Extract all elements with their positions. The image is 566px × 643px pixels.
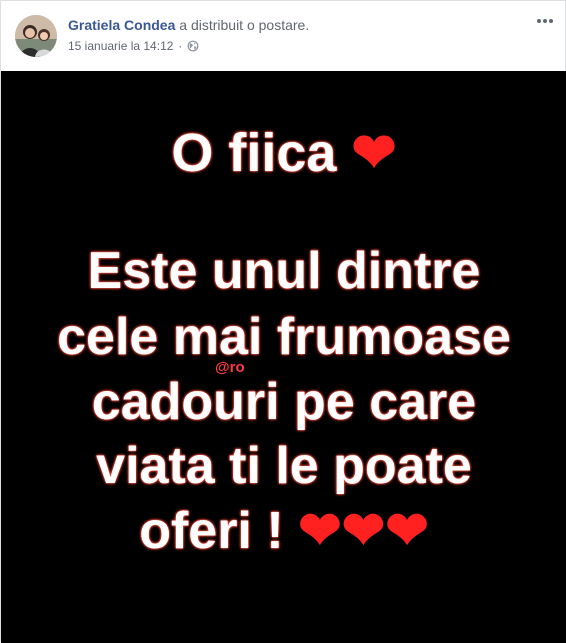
- image-text-line-5: oferi ! ❤❤❤: [1, 501, 566, 561]
- image-text-line-5-text: oferi !: [139, 502, 284, 560]
- shared-post-card: Gratiela Condea a distribuit o postare. …: [0, 0, 566, 643]
- image-text-line-2: cele mai frumoase: [57, 308, 511, 366]
- meta-separator: ·: [178, 39, 183, 53]
- post-header: Gratiela Condea a distribuit o postare. …: [1, 1, 566, 71]
- avatar-photo: [15, 15, 57, 57]
- post-title-line: Gratiela Condea a distribuit o postare.: [68, 16, 309, 34]
- post-image[interactable]: O fiica ❤ Este unul dintre cele mai frum…: [1, 71, 566, 643]
- image-title-text: O fiica: [171, 123, 337, 183]
- three-red-hearts-emoji: ❤❤❤: [298, 502, 429, 560]
- author-name-link[interactable]: Gratiela Condea: [68, 17, 175, 33]
- image-text-line-4: viata ti le poate: [96, 437, 472, 495]
- more-options-icon[interactable]: [533, 11, 557, 31]
- author-avatar[interactable]: [15, 15, 57, 57]
- share-action-text: a distribuit o postare.: [175, 17, 310, 33]
- watermark-text: @ro: [215, 359, 245, 376]
- post-meta: 15 ianuarie la 14:12 ·: [68, 38, 199, 54]
- post-timestamp[interactable]: 15 ianuarie la 14:12: [68, 38, 173, 54]
- image-title-line: O fiica ❤: [1, 123, 566, 183]
- globe-icon[interactable]: [187, 40, 199, 52]
- image-text-line-3: cadouri pe care: [91, 373, 477, 431]
- image-text-line-1: Este unul dintre: [87, 242, 481, 300]
- red-heart-emoji: ❤: [351, 123, 397, 183]
